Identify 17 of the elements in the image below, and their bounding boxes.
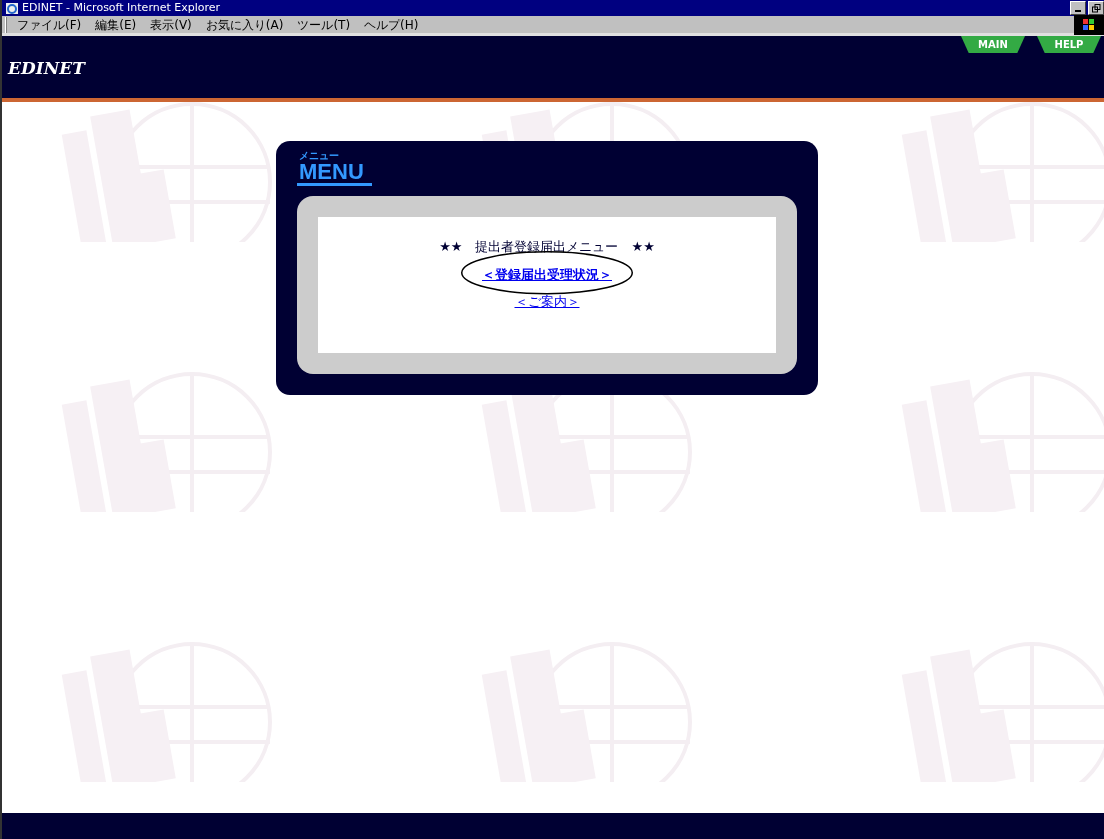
menu-link[interactable]: ＜登録届出受理状況＞ bbox=[482, 266, 612, 282]
menu-caption: MENU bbox=[297, 161, 372, 186]
menu-item[interactable]: 表示(V) bbox=[143, 15, 199, 34]
browser-icon bbox=[5, 1, 19, 15]
menu-item[interactable]: お気に入り(A) bbox=[198, 15, 291, 34]
menu-item[interactable]: ツール(T) bbox=[290, 15, 358, 34]
menu-item[interactable]: 編集(E) bbox=[88, 15, 144, 34]
window-title: EDINET - Microsoft Internet Explorer bbox=[22, 0, 222, 16]
restore-button[interactable] bbox=[1088, 1, 1104, 15]
restore-icon bbox=[1091, 3, 1101, 13]
menu-item[interactable]: ヘルプ(H) bbox=[357, 15, 426, 34]
menu-caption-ruby: メニュー bbox=[298, 151, 340, 161]
minimize-button[interactable] bbox=[1070, 1, 1086, 15]
site-logo: EDINET bbox=[6, 57, 87, 80]
windows-logo-icon bbox=[1074, 14, 1104, 35]
menu-link[interactable]: ＜ご案内＞ bbox=[514, 294, 580, 309]
menu-item[interactable]: ファイル(F) bbox=[10, 15, 89, 34]
